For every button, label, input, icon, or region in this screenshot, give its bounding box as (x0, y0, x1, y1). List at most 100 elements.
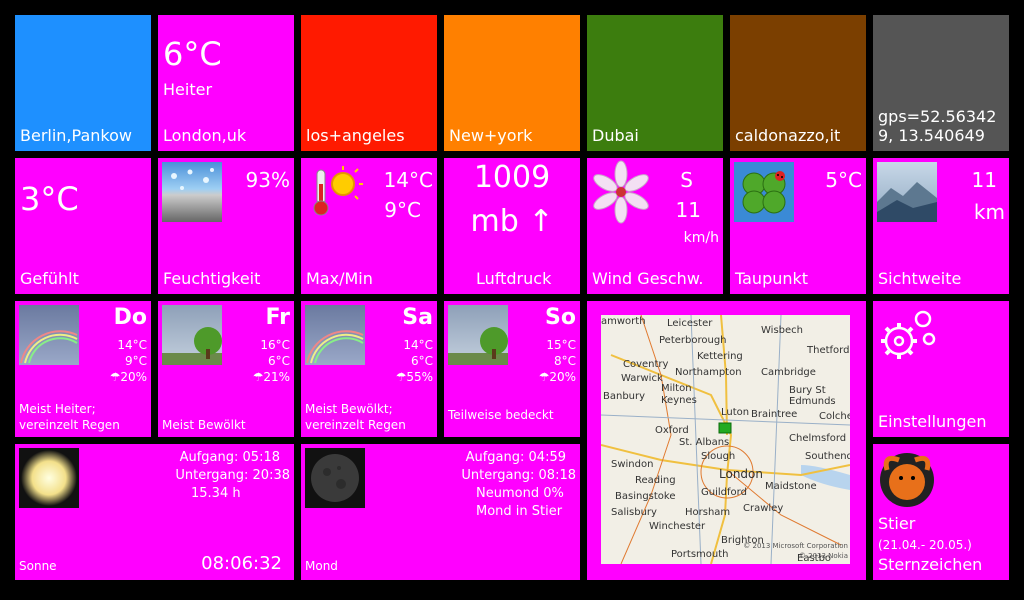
sun-tile[interactable]: Aufgang: 05:18 Untergang: 20:38 15.34 h … (15, 444, 294, 580)
map-label: Northampton (675, 367, 742, 378)
visibility-value: 11 (971, 168, 997, 192)
forecast-max: 16°C (260, 338, 290, 352)
map-label: Wisbech (761, 325, 803, 336)
moon-sign: Mond in Stier (476, 504, 563, 519)
map-label: Swindon (611, 459, 654, 470)
map-label: Crawley (743, 503, 784, 514)
sun-icon (19, 448, 79, 508)
forecast-day: Do (113, 305, 147, 330)
city-tile-dubai[interactable]: Dubai (587, 15, 723, 151)
dewpoint-value: 5°C (825, 168, 862, 192)
map-label: Slough (701, 451, 736, 462)
zodiac-dates: (21.04.- 20.05.) (878, 538, 972, 552)
forecast-day: So (545, 305, 576, 330)
wind-unit: km/h (683, 230, 719, 246)
city-name: gps=52.563429, 13.540649 (878, 107, 997, 145)
moon-phase: Neumond 0% (476, 486, 564, 501)
city-tile-los-angeles[interactable]: los+angeles (301, 15, 437, 151)
zodiac-tile[interactable]: Stier (21.04.- 20.05.) Sternzeichen (873, 444, 1009, 580)
visibility-tile[interactable]: 11 km Sichtweite (873, 158, 1009, 294)
map-view[interactable]: amworth Leicester Wisbech Peterborough K… (601, 315, 850, 564)
moon-label: Mond (305, 559, 338, 573)
forecast-tile-so[interactable]: So 15°C 8°C ☂20% Teilweise bedeckt (444, 301, 580, 437)
map-label: Maidstone (765, 481, 817, 492)
forecast-max: 14°C (117, 338, 147, 352)
settings-tile[interactable]: Einstellungen (873, 301, 1009, 437)
map-label: Leicester (667, 318, 713, 329)
felt-temp-value: 3°C (20, 180, 79, 218)
visibility-unit: km (973, 200, 1005, 224)
map-label: Keynes (661, 395, 697, 406)
city-name: Berlin,Pankow (20, 126, 132, 145)
map-label: Horsham (685, 507, 731, 518)
current-condition: Heiter (163, 80, 213, 99)
forecast-text: Meist Bewölkt; vereinzelt Regen (305, 402, 406, 432)
map-label: Portsmouth (671, 549, 729, 560)
map-label: Thetford (807, 345, 850, 356)
city-tile-new-york[interactable]: New+york (444, 15, 580, 151)
forecast-min: 6°C (410, 354, 433, 368)
maxmin-tile[interactable]: 14°C 9°C Max/Min (301, 158, 437, 294)
min-temp: 9°C (384, 198, 421, 222)
wind-direction: S (680, 168, 693, 192)
forecast-text: Meist Heiter; vereinzelt Regen (19, 402, 120, 432)
city-tile-london[interactable]: 6°C Heiter London,uk (158, 15, 294, 151)
forecast-min: 9°C (124, 354, 147, 368)
wind-tile[interactable]: S 11 km/h Wind Geschw. (587, 158, 723, 294)
sun-label: Sonne (19, 559, 57, 573)
city-name: caldonazzo,it (735, 126, 841, 145)
map-label: Reading (635, 475, 676, 486)
map-label: Chelmsford (789, 433, 847, 444)
felt-temp-tile[interactable]: 3°C Gefühlt (15, 158, 151, 294)
map-label: Guildford (701, 487, 747, 498)
wind-speed: 11 (675, 198, 701, 222)
forecast-rain: ☂20% (538, 370, 576, 384)
forecast-tile-sa[interactable]: Sa 14°C 6°C ☂55% Meist Bewölkt; vereinze… (301, 301, 437, 437)
clover-leaf-icon (734, 162, 794, 222)
map-label: Cambridge (761, 367, 816, 378)
forecast-rain: ☂55% (395, 370, 433, 384)
visibility-label: Sichtweite (878, 269, 962, 288)
map-label: Kettering (697, 351, 743, 362)
daylight-duration: 15.34 h (191, 486, 241, 501)
gears-icon (873, 305, 943, 369)
settings-label: Einstellungen (878, 412, 987, 431)
forecast-tile-fr[interactable]: Fr 16°C 6°C ☂21% Meist Bewölkt (158, 301, 294, 437)
map-label: Bury St Edmunds (789, 385, 836, 407)
city-name: los+angeles (306, 126, 405, 145)
city-tile-gps[interactable]: gps=52.563429, 13.540649 (873, 15, 1009, 151)
map-label: Basingstoke (615, 491, 676, 502)
moon-icon (305, 448, 365, 508)
map-tile[interactable]: amworth Leicester Wisbech Peterborough K… (587, 301, 866, 580)
map-label: Warwick (621, 373, 663, 384)
map-credit: © 2013 Nokia (798, 552, 848, 560)
moonset: Untergang: 08:18 (461, 468, 576, 483)
city-name: Dubai (592, 126, 639, 145)
forecast-text: Meist Bewölkt (162, 418, 246, 432)
forecast-day: Fr (265, 305, 290, 330)
forecast-day: Sa (402, 305, 433, 330)
forecast-tile-do[interactable]: Do 14°C 9°C ☂20% Meist Heiter; vereinzel… (15, 301, 151, 437)
map-label: Milton (661, 383, 692, 394)
moon-tile[interactable]: Aufgang: 04:59 Untergang: 08:18 Neumond … (301, 444, 580, 580)
taurus-bull-icon (877, 448, 937, 508)
humidity-tile[interactable]: 93% Feuchtigkeit (158, 158, 294, 294)
wind-label: Wind Geschw. (592, 269, 704, 288)
city-tile-caldonazzo[interactable]: caldonazzo,it (730, 15, 866, 151)
wind-rotor-icon (589, 160, 649, 224)
moonrise: Aufgang: 04:59 (465, 450, 566, 465)
pressure-label: Luftdruck (476, 269, 552, 288)
forecast-min: 8°C (553, 354, 576, 368)
forecast-rain: ☂20% (109, 370, 147, 384)
forecast-max: 15°C (546, 338, 576, 352)
tree-cloud-icon (448, 305, 508, 365)
map-label: Coventry (623, 359, 669, 370)
city-name: New+york (449, 126, 533, 145)
map-place-labels: amworth Leicester Wisbech Peterborough K… (601, 315, 850, 564)
maxmin-label: Max/Min (306, 269, 373, 288)
mountains-icon (877, 162, 937, 222)
city-tile-berlin[interactable]: Berlin,Pankow (15, 15, 151, 151)
dewpoint-tile[interactable]: 5°C Taupunkt (730, 158, 866, 294)
pressure-tile[interactable]: 1009 mb ↑ Luftdruck (444, 158, 580, 294)
current-temp: 6°C (163, 35, 222, 73)
